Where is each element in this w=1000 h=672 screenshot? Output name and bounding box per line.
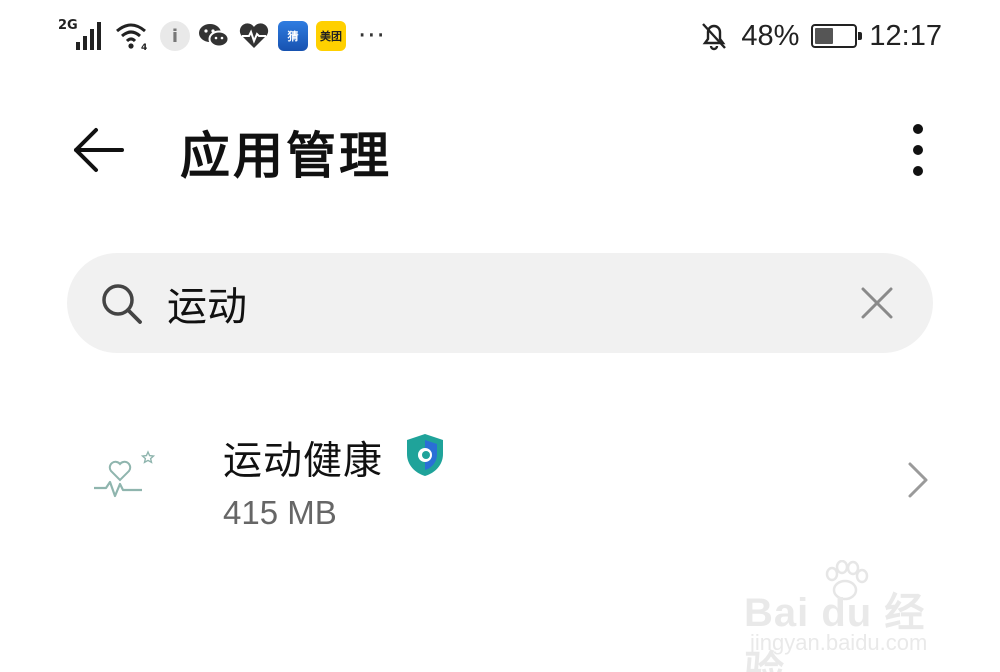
app-size: 415 MB — [223, 494, 337, 531]
more-options-button[interactable] — [898, 118, 938, 182]
back-arrow-icon — [74, 128, 124, 172]
clear-search-button[interactable] — [857, 283, 897, 323]
battery-percentage: 48% — [741, 19, 800, 52]
chevron-right-icon — [908, 462, 928, 498]
news-app-icon: 猜 — [278, 21, 308, 51]
app-management-screen: 2G 4 i 猜 美团 ··· 48% 12:17 应用管理 运动 运动健康 4… — [0, 0, 1000, 672]
battery-icon — [811, 24, 863, 48]
battery-level-fill — [815, 28, 834, 44]
health-heartbeat-icon — [94, 450, 156, 498]
meituan-icon: 美团 — [316, 21, 346, 51]
search-bar — [67, 253, 933, 353]
health-icon — [238, 22, 270, 50]
back-button[interactable] — [66, 120, 130, 180]
watermark-url: jingyan.baidu.com — [750, 630, 928, 655]
signal-icon: 2G — [58, 18, 106, 54]
more-vertical-icon — [913, 124, 923, 134]
wechat-icon — [198, 21, 230, 51]
wifi-icon: 4 — [114, 20, 152, 52]
app-name: 运动健康 — [223, 439, 384, 484]
verified-shield-icon — [407, 434, 443, 476]
status-bar-right: 48% 12:17 — [699, 16, 942, 56]
list-item-app[interactable]: 运动健康 415 MB — [0, 400, 1000, 550]
mute-bell-icon — [699, 20, 729, 52]
more-notifications-indicator: ··· — [358, 21, 386, 51]
network-type-label: 2G — [58, 18, 78, 33]
status-bar-left: 2G 4 i 猜 美团 ··· — [58, 16, 386, 56]
info-app-icon: i — [160, 21, 190, 51]
watermark-brand: Bai du 经验 — [744, 591, 926, 672]
more-vertical-icon-dot — [913, 145, 923, 155]
search-icon — [102, 284, 142, 324]
title-bar: 应用管理 — [0, 100, 1000, 200]
clock: 12:17 — [869, 19, 942, 52]
baidu-jingyan-watermark: Bai du 经验 jingyan.baidu.com — [720, 560, 960, 672]
svg-text:4: 4 — [141, 43, 147, 52]
page-title: 应用管理 — [180, 127, 392, 185]
status-bar: 2G 4 i 猜 美团 ··· 48% 12:17 — [0, 0, 1000, 72]
search-input[interactable] — [167, 275, 827, 331]
more-vertical-icon-dot — [913, 166, 923, 176]
